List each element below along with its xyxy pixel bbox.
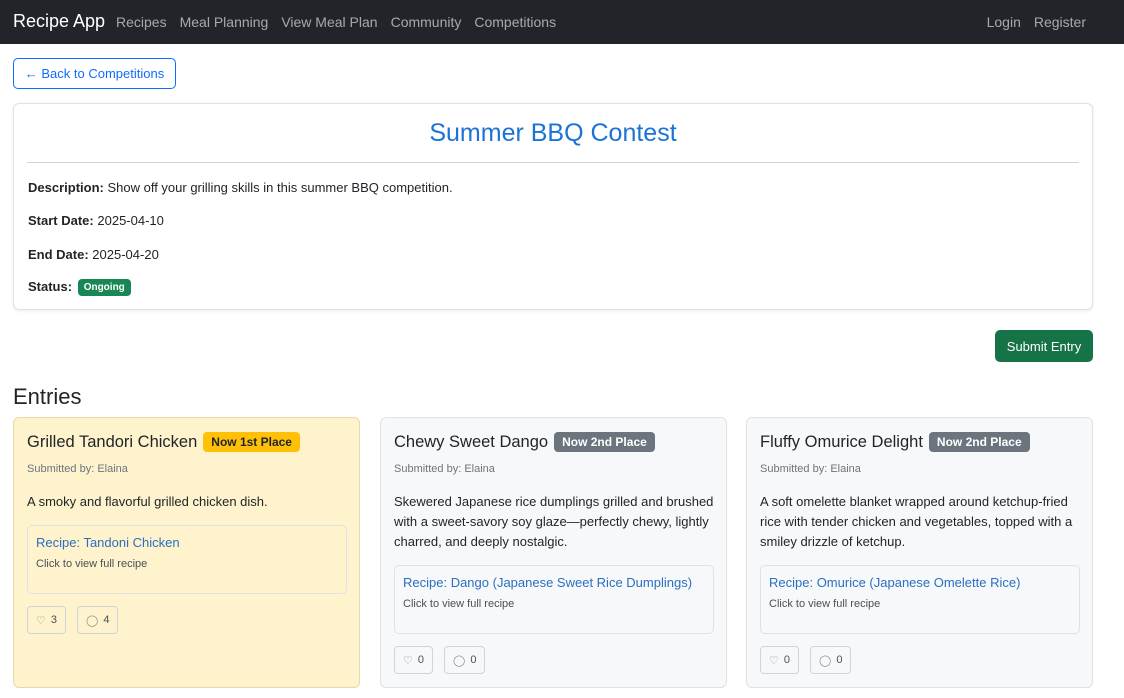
- heart-icon: ♡: [36, 614, 46, 627]
- like-count: 3: [50, 614, 57, 626]
- description-text: Show off your grilling skills in this su…: [107, 180, 453, 195]
- entry-title-row: Chewy Sweet Dango Now 2nd Place: [394, 432, 655, 452]
- recipe-link-box[interactable]: Recipe: Tandoni Chicken Click to view fu…: [27, 525, 347, 594]
- recipe-link-box[interactable]: Recipe: Omurice (Japanese Omelette Rice)…: [760, 565, 1080, 634]
- entry-title: Grilled Tandori Chicken: [27, 432, 198, 451]
- nav-link-community[interactable]: Community: [391, 14, 462, 30]
- place-badge: Now 1st Place: [203, 432, 300, 452]
- nav-links: Recipes Meal Planning View Meal Plan Com…: [116, 14, 569, 30]
- comment-button[interactable]: ◯ 0: [810, 646, 852, 674]
- submitted-by: Submitted by: Elaina: [394, 463, 495, 475]
- recipe-link-hint: Click to view full recipe: [36, 558, 148, 570]
- comment-icon: ◯: [86, 614, 99, 627]
- entries-heading: Entries: [13, 384, 82, 409]
- entry-description: Skewered Japanese rice dumplings grilled…: [394, 494, 714, 549]
- recipe-link-box[interactable]: Recipe: Dango (Japanese Sweet Rice Dumpl…: [394, 565, 714, 634]
- status-label: Status:: [28, 279, 73, 294]
- nav-link-recipes[interactable]: Recipes: [116, 14, 167, 30]
- place-badge: Now 2nd Place: [554, 432, 655, 452]
- recipe-link[interactable]: Recipe: Dango (Japanese Sweet Rice Dumpl…: [403, 575, 692, 590]
- like-button[interactable]: ♡ 3: [27, 606, 66, 634]
- start-date-line: Start Date: 2025-04-10: [28, 213, 164, 228]
- status-line: Status: Ongoing: [28, 279, 131, 297]
- description-label: Description:: [28, 180, 104, 195]
- entry-title-row: Grilled Tandori Chicken Now 1st Place: [27, 432, 300, 452]
- comment-count: 4: [103, 614, 110, 626]
- comment-button[interactable]: ◯ 0: [444, 646, 486, 674]
- divider: [27, 162, 1079, 163]
- like-count: 0: [783, 654, 790, 666]
- nav-link-view-meal-plan[interactable]: View Meal Plan: [281, 14, 377, 30]
- register-link[interactable]: Register: [1034, 14, 1086, 30]
- heart-icon: ♡: [769, 654, 779, 667]
- submitted-by: Submitted by: Elaina: [760, 463, 861, 475]
- start-date-value: 2025-04-10: [97, 213, 164, 228]
- login-link[interactable]: Login: [987, 14, 1021, 30]
- like-button[interactable]: ♡ 0: [760, 646, 799, 674]
- nav-link-competitions[interactable]: Competitions: [474, 14, 556, 30]
- like-count: 0: [417, 654, 424, 666]
- start-date-label: Start Date:: [28, 213, 94, 228]
- entry-card[interactable]: Chewy Sweet Dango Now 2nd Place Submitte…: [380, 417, 727, 688]
- end-date-value: 2025-04-20: [92, 247, 159, 262]
- submitted-by: Submitted by: Elaina: [27, 463, 128, 475]
- nav-link-meal-planning[interactable]: Meal Planning: [180, 14, 269, 30]
- comment-icon: ◯: [453, 654, 466, 667]
- recipe-link[interactable]: Recipe: Tandoni Chicken: [36, 535, 180, 550]
- comment-count: 0: [836, 654, 843, 666]
- comment-button[interactable]: ◯ 4: [77, 606, 119, 634]
- heart-icon: ♡: [403, 654, 413, 667]
- entry-card[interactable]: Fluffy Omurice Delight Now 2nd Place Sub…: [746, 417, 1093, 688]
- end-date-line: End Date: 2025-04-20: [28, 247, 159, 262]
- recipe-link[interactable]: Recipe: Omurice (Japanese Omelette Rice): [769, 575, 1020, 590]
- recipe-link-hint: Click to view full recipe: [403, 598, 515, 610]
- nav-auth: Login Register: [974, 14, 1086, 30]
- navbar: Recipe App Recipes Meal Planning View Me…: [0, 0, 1124, 44]
- entry-title: Fluffy Omurice Delight: [760, 432, 923, 451]
- entry-title-row: Fluffy Omurice Delight Now 2nd Place: [760, 432, 1030, 452]
- entry-title: Chewy Sweet Dango: [394, 432, 549, 451]
- comment-icon: ◯: [819, 654, 832, 667]
- brand-logo[interactable]: Recipe App: [13, 11, 105, 32]
- entry-description: A smoky and flavorful grilled chicken di…: [27, 494, 268, 509]
- recipe-link-hint: Click to view full recipe: [769, 598, 881, 610]
- entry-description: A soft omelette blanket wrapped around k…: [760, 494, 1073, 549]
- place-badge: Now 2nd Place: [928, 432, 1030, 452]
- competition-title: Summer BBQ Contest: [429, 119, 677, 147]
- competition-card: Summer BBQ Contest Description: Show off…: [13, 103, 1093, 310]
- entry-card[interactable]: Grilled Tandori Chicken Now 1st Place Su…: [13, 417, 360, 688]
- description-line: Description: Show off your grilling skil…: [28, 180, 453, 195]
- back-to-competitions-button[interactable]: ← Back to Competitions: [13, 58, 176, 89]
- comment-count: 0: [470, 654, 477, 666]
- submit-entry-button[interactable]: Submit Entry: [995, 330, 1093, 362]
- status-badge: Ongoing: [77, 279, 131, 297]
- end-date-label: End Date:: [28, 247, 89, 262]
- like-button[interactable]: ♡ 0: [394, 646, 433, 674]
